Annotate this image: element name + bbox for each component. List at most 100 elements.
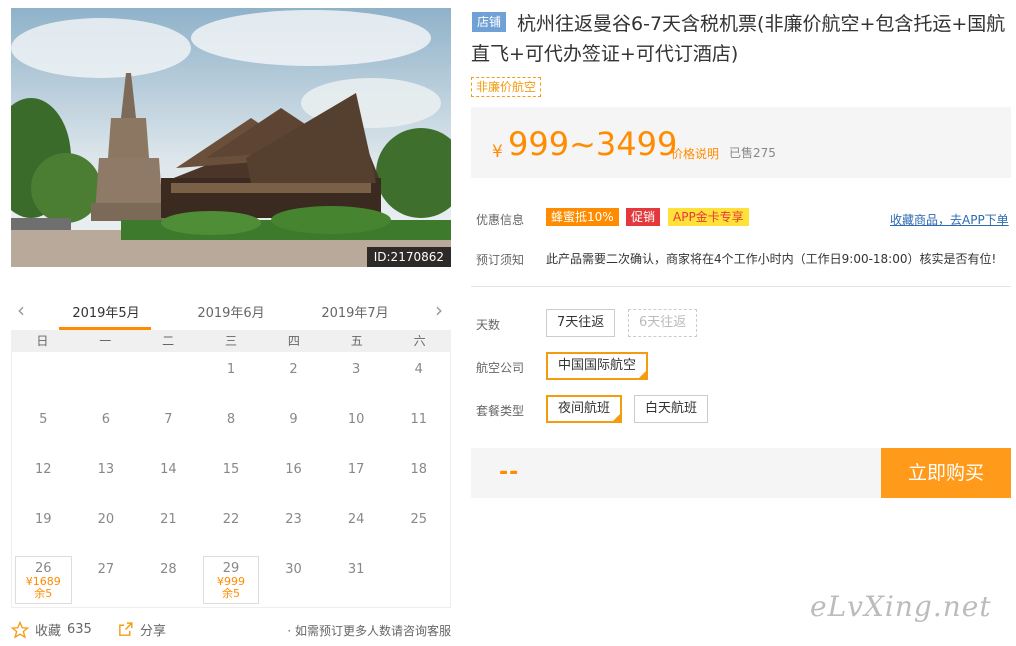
option-6-days[interactable]: 6天往返	[628, 309, 698, 337]
calendar-day-number: 22	[222, 512, 240, 527]
weekday-label: 六	[413, 334, 426, 348]
calendar-day-number: 19	[35, 512, 52, 527]
active-month-indicator	[59, 327, 151, 330]
app-order-link[interactable]: 收藏商品，去APP下单	[890, 211, 1009, 228]
low-cost-tag: 非廉价航空	[471, 77, 542, 97]
shop-badge: 店铺	[472, 12, 507, 32]
calendar-day-number: 1	[226, 362, 236, 377]
tab-month-may[interactable]: 2019年5月	[61, 302, 151, 321]
product-title: 杭州往返曼谷6-7天含税机票(非廉价航空+包含托运+国航直飞+可代办签证+可代订…	[471, 13, 1006, 65]
tab-month-july[interactable]: 2019年7月	[310, 302, 400, 321]
calendar-day[interactable]: 21	[137, 504, 200, 554]
calendar-day[interactable]: 17	[325, 454, 388, 504]
calendar-day-number: 7	[164, 412, 173, 427]
calendar-day-number: 4	[414, 362, 423, 377]
price-range: 999~3499	[508, 125, 678, 163]
image-id-badge: ID:2170862	[366, 247, 451, 267]
calendar-day[interactable]: 3	[325, 354, 388, 404]
calendar-day-available[interactable]: 29 ¥999 余5	[202, 556, 260, 604]
calendar-day[interactable]: 23	[262, 504, 325, 554]
weekday-label: 四	[287, 334, 300, 348]
option-day-flight[interactable]: 白天航班	[634, 395, 709, 423]
calendar-day[interactable]: 8	[200, 404, 263, 454]
temple-photo	[11, 8, 451, 267]
calendar-day-number: 5	[39, 412, 48, 427]
calendar-day	[12, 354, 75, 404]
total-price-bar: --	[471, 448, 881, 498]
option-air-china[interactable]: 中国国际航空	[546, 352, 649, 380]
weekday-label: 一	[99, 334, 112, 348]
sold-count: 已售275	[729, 146, 776, 160]
divider	[471, 286, 1011, 287]
calendar-day-number: 17	[347, 462, 365, 477]
promo-badge-honey: 蜂蜜抵10%	[546, 208, 619, 226]
calendar-day[interactable]: 24	[325, 504, 388, 554]
calendar-day-number: 16	[285, 462, 302, 477]
calendar-day[interactable]: 4	[387, 354, 450, 404]
calendar-day[interactable]: 22	[200, 504, 263, 554]
share-icon	[119, 622, 133, 636]
calendar-day-number: 8	[226, 412, 236, 427]
calendar-day[interactable]: 18	[387, 454, 450, 504]
site-watermark: eLvXing.net	[810, 590, 992, 623]
calendar-day[interactable]: 28	[137, 554, 200, 604]
calendar-day[interactable]: 1	[200, 354, 263, 404]
calendar-day[interactable]: 27	[75, 554, 138, 604]
calendar-day[interactable]: 7	[137, 404, 200, 454]
buy-now-button[interactable]: 立即购买	[881, 448, 1011, 498]
calendar-day[interactable]: 2	[262, 354, 325, 404]
share-button[interactable]: 分享	[117, 620, 166, 639]
calendar-day[interactable]: 25	[387, 504, 450, 554]
favorite-count: 635	[67, 622, 92, 637]
calendar-day[interactable]: 19	[12, 504, 75, 554]
calendar-month-nav: ‹ 2019年5月 2019年6月 2019年7月 ›	[11, 294, 451, 330]
calendar-day-number: 11	[410, 412, 427, 427]
tab-month-june[interactable]: 2019年6月	[186, 302, 276, 321]
calendar-day[interactable]: 11	[387, 404, 450, 454]
calendar-day[interactable]: 14	[137, 454, 200, 504]
calendar-day[interactable]: 20	[75, 504, 138, 554]
calendar-day-number: 21	[160, 512, 177, 527]
weekday-label: 日	[36, 334, 49, 348]
calendar-day[interactable]: 31	[325, 554, 388, 604]
calendar-day-number: 31	[347, 562, 365, 577]
calendar-day-available[interactable]: 26 ¥1689 余5	[15, 556, 72, 604]
option-night-flight[interactable]: 夜间航班	[546, 395, 623, 423]
booking-notice: 此产品需要二次确认，商家将在4个工作小时内（工作日9:00-18:00）核实是否…	[546, 252, 997, 266]
calendar-day-number: 18	[410, 462, 427, 477]
price-explain-link[interactable]: 价格说明	[671, 145, 719, 162]
calendar-day[interactable]: 15	[200, 454, 263, 504]
share-label: 分享	[140, 624, 167, 639]
calendar-day[interactable]: 5	[12, 404, 75, 454]
calendar-day[interactable]: 16	[262, 454, 325, 504]
calendar-day[interactable]: 12	[12, 454, 75, 504]
calendar-day[interactable]: 13	[75, 454, 138, 504]
calendar-day	[387, 554, 450, 604]
calendar-day-number: 2	[289, 362, 298, 377]
price-currency: ¥	[492, 142, 503, 162]
calendar-grid: 1 2 3 4 5 6 7 8 9 10 11 12 13 14 15 16 17 18 19 20 21 22 23 24 2…	[11, 352, 451, 608]
favorite-button[interactable]: 收藏 635	[11, 620, 92, 639]
calendar-day-number: 15	[222, 462, 240, 477]
calendar-day-stock: 余5	[34, 587, 53, 600]
airline-label: 航空公司	[476, 361, 525, 375]
promo-badge-app: APP金卡专享	[668, 208, 749, 226]
promo-badge-sale: 促销	[626, 208, 661, 226]
calendar-day-number: 13	[97, 462, 115, 477]
calendar-day	[75, 354, 138, 404]
calendar-day-number: 30	[285, 562, 302, 577]
calendar-day-number: 23	[285, 512, 302, 527]
chevron-left-icon[interactable]: ‹	[17, 300, 25, 320]
calendar-day-number: 12	[35, 462, 52, 477]
favorite-label: 收藏	[35, 624, 62, 639]
option-7-days[interactable]: 7天往返	[546, 309, 616, 337]
days-label: 天数	[476, 318, 501, 332]
calendar-day[interactable]: 6	[75, 404, 138, 454]
chevron-right-icon[interactable]: ›	[435, 300, 443, 320]
calendar-day[interactable]: 10	[325, 404, 388, 454]
product-image[interactable]: ID:2170862	[11, 8, 451, 267]
calendar-day[interactable]: 9	[262, 404, 325, 454]
calendar-day-number: 25	[410, 512, 427, 527]
calendar-day[interactable]: 30	[262, 554, 325, 604]
price-calendar: ‹ 2019年5月 2019年6月 2019年7月 › 日 一 二 三 四 五 …	[11, 294, 451, 608]
